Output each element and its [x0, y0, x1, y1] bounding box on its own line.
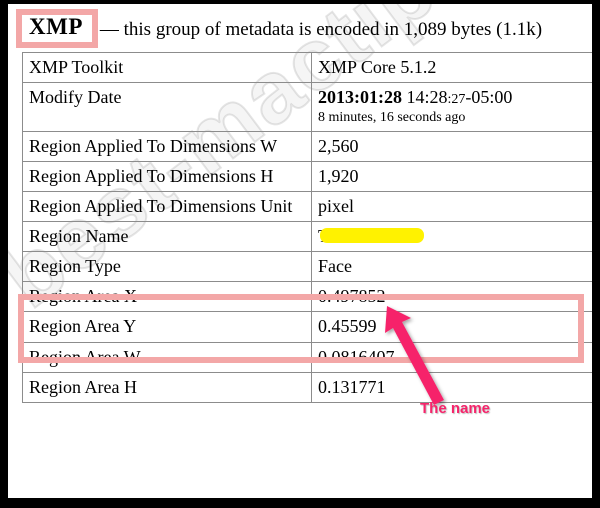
redaction-highlight — [320, 228, 424, 244]
modify-date-seconds: :27 — [447, 92, 466, 108]
table-row-region-type: Region Type Face — [22, 251, 592, 283]
row-value: 0.131771 — [311, 371, 592, 403]
table-row: Region Area Y 0.45599 — [22, 311, 592, 343]
modify-date-relative: 8 minutes, 16 seconds ago — [318, 109, 466, 125]
table-row: Region Area H 0.131771 — [22, 371, 592, 403]
screenshot-frame: best-mactips.com XMP — this group of met… — [0, 0, 600, 508]
row-value: Face — [311, 251, 592, 283]
row-key: Region Type — [22, 251, 312, 283]
metadata-table: XMP Toolkit XMP Core 5.1.2 Modify Date 2… — [22, 51, 592, 403]
row-value: 2,560 — [311, 130, 592, 162]
modify-date-offset: -05:00 — [465, 87, 513, 108]
row-key: Region Area W — [22, 341, 312, 373]
table-row-region-name: Region Name T — [22, 220, 592, 253]
row-value: 0.0816407 — [311, 341, 592, 373]
table-row: Region Applied To Dimensions W 2,560 — [22, 130, 592, 162]
table-row: XMP Toolkit XMP Core 5.1.2 — [22, 51, 592, 84]
row-value: pixel — [311, 190, 592, 222]
row-value: 0.45599 — [311, 311, 592, 343]
row-key: Region Area Y — [22, 311, 312, 343]
row-key: Modify Date — [22, 82, 312, 132]
table-row: Region Area W 0.0816407 — [22, 341, 592, 373]
row-value: 1,920 — [311, 160, 592, 192]
table-row: Region Area X 0.497852 — [22, 281, 592, 313]
table-row: Modify Date 2013:01:28 14:28:27-05:00 8 m… — [22, 82, 592, 132]
metadata-page: best-mactips.com XMP — this group of met… — [8, 4, 592, 498]
row-value-modify-date: 2013:01:28 14:28:27-05:00 8 minutes, 16 s… — [311, 82, 592, 132]
modify-date-date: 2013:01:28 — [318, 87, 402, 108]
row-key: Region Applied To Dimensions Unit — [22, 190, 312, 222]
row-value-region-name: T — [311, 220, 592, 253]
xmp-group-badge: XMP — [16, 9, 98, 48]
xmp-group-label: XMP — [29, 14, 83, 39]
modify-date-time: 14:28 — [402, 87, 448, 108]
row-value: XMP Core 5.1.2 — [311, 51, 592, 84]
group-header-description: — this group of metadata is encoded in 1… — [99, 18, 543, 40]
row-key: Region Applied To Dimensions W — [22, 130, 312, 162]
row-key: XMP Toolkit — [22, 51, 312, 84]
row-key: Region Area X — [22, 281, 312, 313]
table-row: Region Applied To Dimensions Unit pixel — [22, 190, 592, 222]
group-header: XMP — this group of metadata is encoded … — [16, 9, 543, 48]
row-key: Region Name — [22, 220, 312, 253]
table-row: Region Applied To Dimensions H 1,920 — [22, 160, 592, 192]
row-value: 0.497852 — [311, 281, 592, 313]
row-key: Region Area H — [22, 371, 312, 403]
row-key: Region Applied To Dimensions H — [22, 160, 312, 192]
annotation-label: The name — [420, 400, 491, 417]
